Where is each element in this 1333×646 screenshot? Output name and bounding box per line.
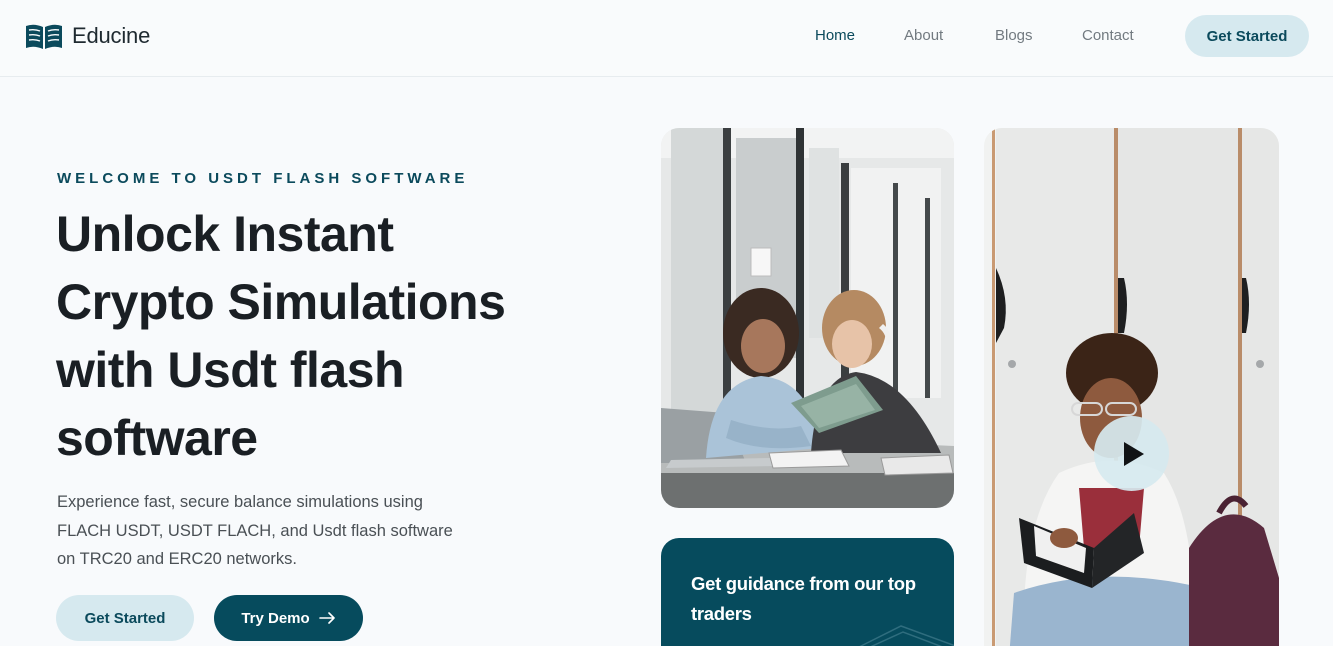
nav-about[interactable]: About — [904, 27, 943, 44]
video-play-button[interactable] — [1094, 416, 1169, 491]
students-studying-image — [661, 128, 954, 508]
header-get-started-button[interactable]: Get Started — [1185, 15, 1309, 57]
nav-home[interactable]: Home — [815, 27, 855, 44]
chart-line-icon — [859, 625, 954, 646]
brand-logo[interactable]: Educine — [25, 22, 150, 50]
logo-text: Educine — [72, 23, 151, 48]
description-line: Experience fast, secure balance simulati… — [57, 493, 423, 511]
nav-contact[interactable]: Contact — [1082, 27, 1134, 44]
play-icon — [1123, 441, 1144, 466]
headline-line: Unlock Instant — [56, 206, 394, 262]
description-line: on TRC20 and ERC20 networks. — [57, 550, 297, 568]
headline-line: software — [56, 410, 258, 466]
try-demo-button[interactable]: Try Demo — [214, 595, 363, 641]
student-reading-image — [984, 128, 1279, 646]
guidance-card[interactable]: Get guidance from our top traders — [661, 538, 954, 646]
hero-headline: Unlock Instant Crypto Simulations with U… — [56, 200, 576, 472]
site-header: Educine Home About Blogs Contact Get Sta… — [0, 0, 1333, 77]
hero-get-started-button[interactable]: Get Started — [56, 595, 194, 641]
open-book-icon — [26, 24, 62, 49]
headline-line: Crypto Simulations — [56, 274, 506, 330]
try-demo-label: Try Demo — [241, 609, 310, 627]
hero-description: Experience fast, secure balance simulati… — [57, 488, 477, 574]
headline-line: with Usdt flash — [56, 342, 405, 398]
description-line: FLACH USDT, USDT FLACH, and Usdt flash s… — [57, 521, 453, 540]
nav-blogs[interactable]: Blogs — [995, 27, 1033, 44]
hero-eyebrow: WELCOME TO USDT FLASH SOFTWARE — [57, 170, 469, 187]
arrow-right-icon — [318, 612, 335, 624]
